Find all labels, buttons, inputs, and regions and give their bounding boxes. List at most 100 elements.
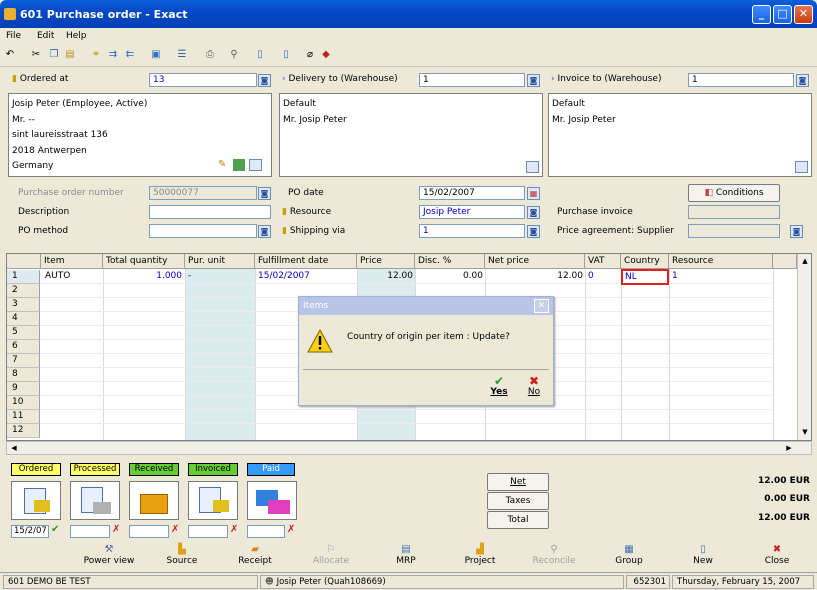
allocate-button[interactable]: ⚐ Allocate: [302, 542, 360, 571]
shipping-input[interactable]: 1: [419, 224, 525, 238]
cell-country[interactable]: NL: [621, 269, 669, 285]
power-view-button[interactable]: ⚒ Power view: [80, 542, 138, 571]
link-icon[interactable]: ⚭: [90, 49, 102, 61]
cell-net-price[interactable]: 12.00: [485, 270, 583, 284]
zoom-icon[interactable]: ▣: [150, 49, 162, 61]
column-header-total-quantity[interactable]: Total quantity: [103, 254, 185, 269]
cell-item[interactable]: AUTO: [45, 270, 70, 284]
minimize-button[interactable]: _: [752, 5, 771, 24]
row-number[interactable]: 6: [7, 340, 40, 354]
processed-document-icon[interactable]: [70, 481, 120, 520]
row-number[interactable]: 8: [7, 368, 40, 382]
invoice-details-icon[interactable]: [795, 161, 808, 173]
row-number[interactable]: 10: [7, 396, 40, 410]
cell-fulfillment-date[interactable]: 15/02/2007: [258, 270, 310, 284]
close-button[interactable]: ✖ Close: [748, 542, 806, 571]
print-icon[interactable]: ⎙: [204, 49, 216, 61]
invoiced-document-icon[interactable]: [188, 481, 238, 520]
cell-disc[interactable]: 0.00: [415, 270, 483, 284]
project-button[interactable]: ▟ Project: [451, 542, 509, 571]
delivery-details-icon[interactable]: [526, 161, 539, 173]
cell-pur-unit[interactable]: -: [188, 270, 191, 284]
cell-vat[interactable]: 0: [588, 270, 594, 284]
receipt-button[interactable]: ▰ Receipt: [226, 542, 284, 571]
scroll-down-icon[interactable]: ▼: [799, 426, 811, 438]
paste-icon[interactable]: ▤: [64, 49, 76, 61]
import-icon[interactable]: ⇇: [124, 49, 136, 61]
new-button[interactable]: ▯ New: [674, 542, 732, 571]
net-button[interactable]: Net: [487, 473, 549, 491]
search-icon[interactable]: ⚲: [228, 49, 240, 61]
column-header-pur-unit[interactable]: Pur. unit: [185, 254, 255, 269]
invoice-lookup-icon[interactable]: ◙: [796, 74, 809, 87]
paid-transfer-icon[interactable]: [247, 481, 297, 520]
po-date-input[interactable]: 15/02/2007: [419, 186, 525, 200]
taxes-button[interactable]: Taxes: [487, 492, 549, 510]
column-header-disc[interactable]: Disc. %: [415, 254, 485, 269]
menu-file[interactable]: File: [6, 31, 21, 41]
conditions-button[interactable]: ◧ Conditions: [688, 184, 780, 202]
ordered-document-icon[interactable]: [11, 481, 61, 520]
note-icon[interactable]: ▯: [280, 49, 292, 61]
row-number[interactable]: 3: [7, 298, 40, 312]
received-boxes-icon[interactable]: [129, 481, 179, 520]
resource-lookup-icon[interactable]: ◙: [527, 206, 540, 219]
po-number-lookup-icon[interactable]: ◙: [258, 187, 271, 200]
row-number[interactable]: 2: [7, 284, 40, 298]
menu-help[interactable]: Help: [66, 31, 87, 41]
row-number[interactable]: 9: [7, 382, 40, 396]
scroll-left-icon[interactable]: ◀: [8, 442, 20, 454]
row-number[interactable]: 12: [7, 424, 40, 438]
calendar-icon[interactable]: ▦: [527, 187, 540, 200]
resource-input[interactable]: Josip Peter: [419, 205, 525, 219]
list-icon[interactable]: ☰: [176, 49, 188, 61]
yes-button[interactable]: ✔ Yes: [485, 375, 513, 403]
mrp-button[interactable]: ▤ MRP: [377, 542, 435, 571]
column-header-vat[interactable]: VAT: [585, 254, 621, 269]
undo-icon[interactable]: ↶: [4, 49, 16, 61]
cell-total-quantity[interactable]: 1.000: [103, 270, 182, 284]
edit-address-icon[interactable]: ✎: [218, 159, 230, 171]
reconcile-button[interactable]: ⚲ Reconcile: [525, 542, 583, 571]
favorite-icon[interactable]: ◆: [320, 49, 332, 61]
ordered-at-input[interactable]: 13: [149, 73, 257, 87]
column-header-country[interactable]: Country: [621, 254, 669, 269]
cut-icon[interactable]: ✂: [30, 49, 42, 61]
shipping-lookup-icon[interactable]: ◙: [527, 225, 540, 238]
document-icon[interactable]: ▯: [254, 49, 266, 61]
po-method-input[interactable]: [149, 224, 257, 238]
column-header-fulfillment-date[interactable]: Fulfillment date: [255, 254, 357, 269]
row-number[interactable]: 1: [7, 270, 40, 284]
scroll-right-icon[interactable]: ▶: [783, 442, 795, 454]
row-number[interactable]: 4: [7, 312, 40, 326]
column-header-net-price[interactable]: Net price: [485, 254, 585, 269]
dialog-close-button[interactable]: ✕: [534, 299, 549, 313]
delivery-lookup-icon[interactable]: ◙: [527, 74, 540, 87]
map-icon[interactable]: [233, 159, 245, 171]
invoice-input[interactable]: 1: [688, 73, 794, 87]
price-agreement-lookup-icon[interactable]: ◙: [790, 225, 803, 238]
maximize-button[interactable]: □: [773, 5, 792, 24]
address-details-icon[interactable]: [249, 159, 262, 171]
source-button[interactable]: ▙ Source: [153, 542, 211, 571]
export-icon[interactable]: ⇉: [107, 49, 119, 61]
no-button[interactable]: ✖ No: [521, 375, 547, 403]
copy-icon[interactable]: ❐: [48, 49, 60, 61]
delivery-input[interactable]: 1: [419, 73, 525, 87]
description-input[interactable]: [149, 205, 271, 219]
row-number[interactable]: 11: [7, 410, 40, 424]
cell-resource[interactable]: 1: [672, 270, 678, 284]
row-number[interactable]: 7: [7, 354, 40, 368]
horizontal-scrollbar[interactable]: ◀ ▶: [6, 441, 812, 455]
scroll-up-icon[interactable]: ▲: [799, 255, 811, 267]
total-button[interactable]: Total: [487, 511, 549, 529]
group-button[interactable]: ▦ Group: [600, 542, 658, 571]
column-header-item[interactable]: Item: [41, 254, 103, 269]
cell-price[interactable]: 12.00: [357, 270, 413, 284]
close-window-button[interactable]: ✕: [794, 5, 813, 24]
vertical-scrollbar[interactable]: ▲ ▼: [797, 254, 811, 440]
ordered-at-lookup-icon[interactable]: ◙: [258, 74, 271, 87]
column-header-price[interactable]: Price: [357, 254, 415, 269]
menu-edit[interactable]: Edit: [37, 31, 54, 41]
column-header-resource[interactable]: Resource: [669, 254, 773, 269]
